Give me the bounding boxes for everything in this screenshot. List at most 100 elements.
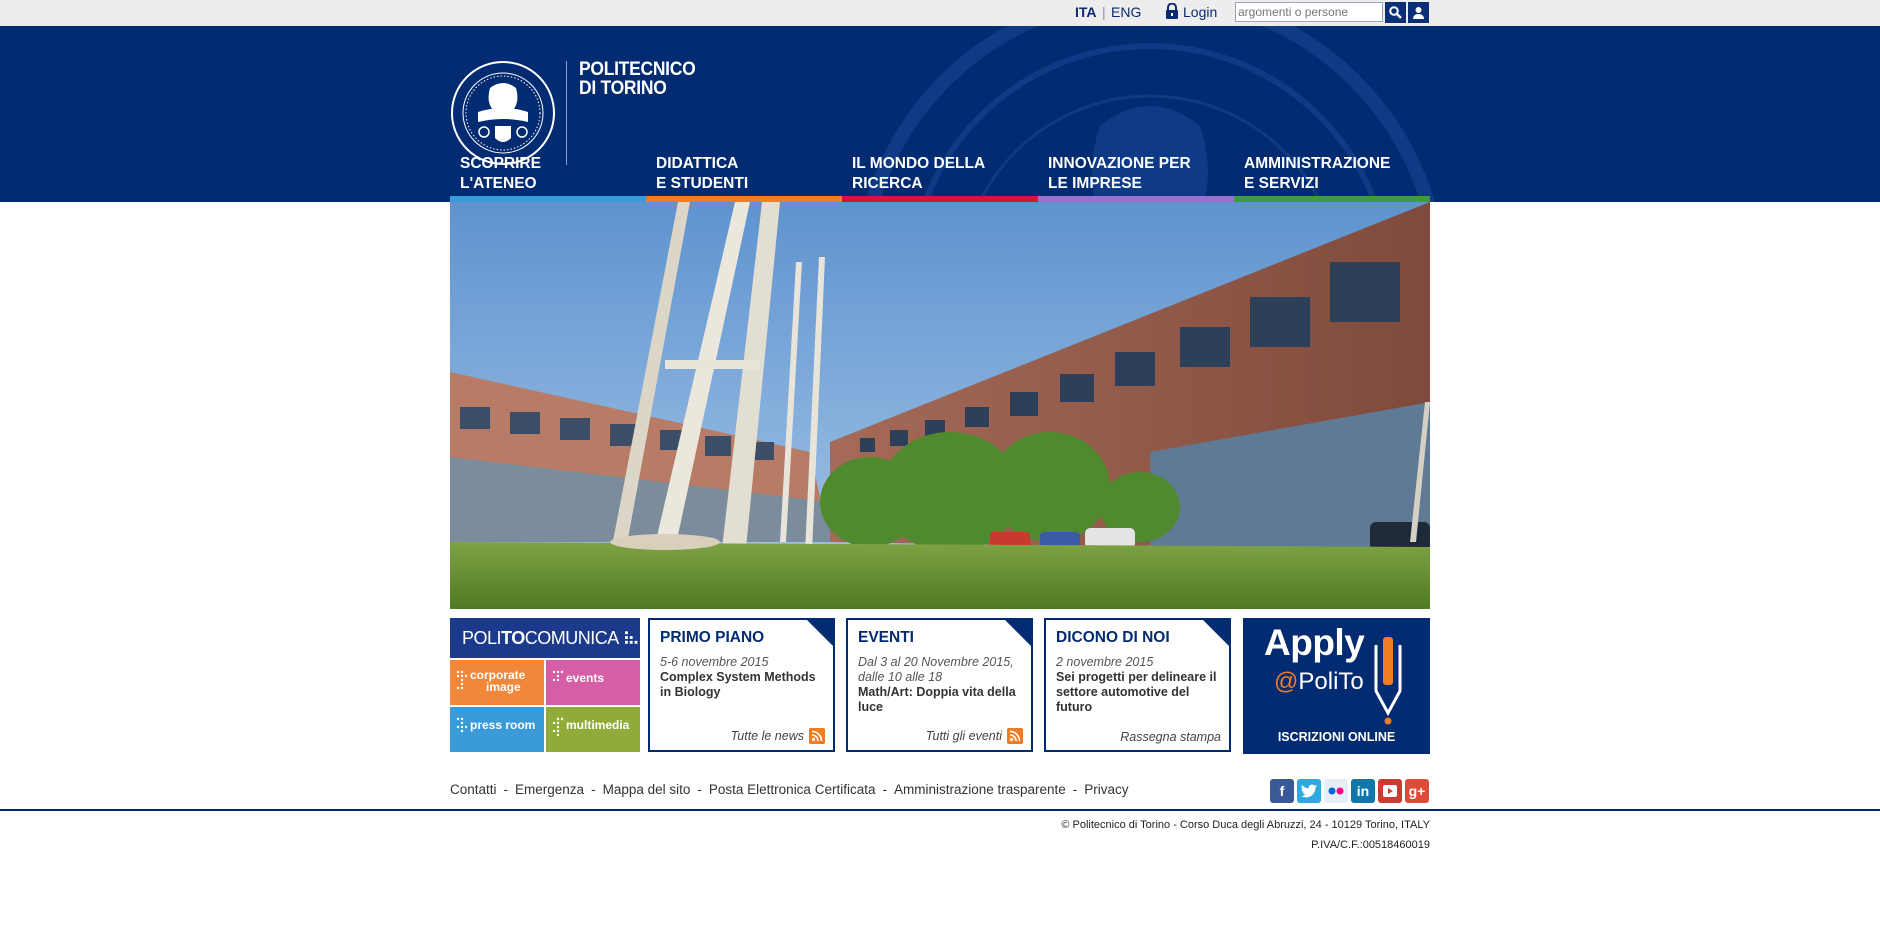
brand-line-1: POLITECNICO bbox=[579, 59, 696, 80]
person-icon bbox=[1413, 7, 1424, 19]
apply-subtitle: @PoliTo bbox=[1274, 668, 1364, 696]
nav-label-line2: L'ATENEO bbox=[460, 175, 537, 192]
at-sign: @ bbox=[1274, 668, 1299, 695]
apply-title: Apply bbox=[1264, 622, 1365, 663]
lang-ita-link[interactable]: ITA bbox=[1075, 4, 1097, 20]
dots-icon bbox=[552, 670, 564, 682]
search-button[interactable] bbox=[1385, 2, 1406, 23]
more-label: Rassegna stampa bbox=[1120, 730, 1221, 744]
press-room-tile[interactable]: press room bbox=[450, 707, 544, 752]
lock-icon bbox=[1166, 3, 1178, 19]
search-icon bbox=[1389, 6, 1402, 19]
nav-item-innovazione[interactable]: INNOVAZIONE PER LE IMPRESE bbox=[1038, 154, 1234, 202]
corporate-image-tile[interactable]: corporate image bbox=[450, 660, 544, 705]
flickr-icon[interactable] bbox=[1324, 779, 1348, 803]
tile-label-2: image bbox=[486, 680, 521, 694]
footer-legal: © Politecnico di Torino - Corso Duca deg… bbox=[1061, 815, 1430, 855]
nav-item-amministrazione[interactable]: AMMINISTRAZIONE E SERVIZI bbox=[1234, 154, 1430, 202]
footer-link-privacy[interactable]: Privacy bbox=[1084, 782, 1128, 797]
news-date-text: 2 novembre 2015 bbox=[1056, 655, 1154, 669]
twitter-icon[interactable] bbox=[1297, 779, 1321, 803]
lang-separator: | bbox=[1102, 4, 1106, 20]
footer-link-contatti[interactable]: Contatti bbox=[450, 782, 497, 797]
title-post: COMUNICA bbox=[524, 627, 620, 648]
nav-label: IL MONDO DELLA RICERCA bbox=[852, 154, 985, 194]
youtube-icon[interactable] bbox=[1378, 779, 1402, 803]
footer-link-trasparenza[interactable]: Amministrazione trasparente bbox=[894, 782, 1066, 797]
tile-label: press room bbox=[470, 718, 536, 732]
university-name[interactable]: POLITECNICO DI TORINO bbox=[579, 59, 696, 99]
brand-line-2: DI TORINO bbox=[579, 78, 667, 99]
campus-hero-image bbox=[450, 202, 1430, 609]
news-heading[interactable]: EVENTI bbox=[858, 629, 914, 647]
nav-item-scoprire[interactable]: SCOPRIRE L'ATENEO bbox=[450, 154, 646, 202]
news-box-primo-piano: PRIMO PIANO 5-6 novembre 2015 Complex Sy… bbox=[648, 618, 835, 752]
news-date: 5-6 novembre 2015 Complex System Methods… bbox=[660, 655, 830, 700]
news-heading[interactable]: PRIMO PIANO bbox=[660, 629, 764, 647]
content-tiles: POLI TO COMUNICA corporate image events pre… bbox=[450, 618, 1430, 754]
footer-link-pec[interactable]: Posta Elettronica Certificata bbox=[709, 782, 876, 797]
corner-fold bbox=[1003, 618, 1033, 648]
multimedia-tile[interactable]: multimedia bbox=[546, 707, 640, 752]
separator: - bbox=[503, 782, 509, 797]
nav-item-didattica[interactable]: DIDATTICA E STUDENTI bbox=[646, 154, 842, 202]
bird-glyph bbox=[1301, 784, 1317, 798]
press-review-link[interactable]: Rassegna stampa bbox=[1120, 730, 1221, 744]
search-input[interactable] bbox=[1235, 2, 1383, 22]
tile-label: multimedia bbox=[566, 718, 630, 732]
title-pre: POLI bbox=[462, 627, 502, 648]
separator: - bbox=[697, 782, 702, 797]
footer-link-emergenza[interactable]: Emergenza bbox=[515, 782, 584, 797]
dots-icon bbox=[552, 717, 564, 737]
facebook-icon[interactable]: f bbox=[1270, 779, 1294, 803]
news-heading[interactable]: DICONO DI NOI bbox=[1056, 629, 1170, 647]
nav-label: AMMINISTRAZIONE E SERVIZI bbox=[1244, 154, 1390, 194]
title-bold: TO bbox=[501, 627, 525, 648]
news-title-link[interactable]: Math/Art: Doppia vita della luce bbox=[858, 685, 1028, 715]
main-navigation: SCOPRIRE L'ATENEO DIDATTICA E STUDENTI I… bbox=[450, 154, 1430, 202]
nav-label: SCOPRIRE L'ATENEO bbox=[460, 154, 541, 194]
news-date: Dal 3 al 20 Novembre 2015, dalle 10 alle… bbox=[858, 655, 1028, 715]
lang-eng-link[interactable]: ENG bbox=[1111, 4, 1141, 20]
nav-label-line2: LE IMPRESE bbox=[1048, 175, 1142, 192]
news-title-link[interactable]: Complex System Methods in Biology bbox=[660, 670, 830, 700]
social-links: f in g+ bbox=[1270, 779, 1429, 803]
login-label: Login bbox=[1183, 3, 1218, 20]
dots-icon bbox=[456, 670, 468, 690]
people-search-button[interactable] bbox=[1408, 2, 1429, 23]
linkedin-icon[interactable]: in bbox=[1351, 779, 1375, 803]
play-glyph bbox=[1383, 785, 1397, 797]
google-plus-icon[interactable]: g+ bbox=[1405, 779, 1429, 803]
polito-text: PoliTo bbox=[1298, 668, 1364, 695]
nav-label-line1: IL MONDO DELLA bbox=[852, 155, 986, 172]
nav-label-line1: SCOPRIRE bbox=[460, 155, 541, 172]
separator: - bbox=[882, 782, 887, 797]
login-link[interactable]: Login bbox=[1165, 3, 1217, 20]
nav-label-line2: E STUDENTI bbox=[656, 175, 749, 192]
all-events-link[interactable]: Tutti gli eventi bbox=[926, 728, 1023, 744]
university-seal-logo[interactable] bbox=[450, 60, 556, 166]
more-label: Tutti gli eventi bbox=[925, 729, 1002, 743]
news-title-link[interactable]: Sei progetti per delineare il settore au… bbox=[1056, 670, 1226, 715]
nav-label-line1: DIDATTICA bbox=[656, 155, 739, 172]
footer-divider bbox=[0, 809, 1880, 811]
apply-polito-banner[interactable]: Apply @PoliTo ISCRIZIONI ONLINE bbox=[1243, 618, 1430, 754]
footer-link-mappa[interactable]: Mappa del sito bbox=[603, 782, 691, 797]
events-tile[interactable]: events bbox=[546, 660, 640, 705]
separator: - bbox=[591, 782, 596, 797]
corner-fold bbox=[805, 618, 835, 648]
flickr-dots bbox=[1328, 787, 1344, 795]
pencil-icon bbox=[1374, 637, 1402, 725]
news-date-text: Dal 3 al 20 Novembre 2015, dalle 10 alle… bbox=[858, 655, 1014, 684]
corner-fold bbox=[1201, 618, 1231, 648]
politocomunica-title[interactable]: POLI TO COMUNICA bbox=[450, 618, 640, 658]
nav-item-ricerca[interactable]: IL MONDO DELLA RICERCA bbox=[842, 154, 1038, 202]
nav-label-line2: E SERVIZI bbox=[1244, 175, 1319, 192]
more-label: Tutte le news bbox=[730, 729, 804, 743]
news-box-eventi: EVENTI Dal 3 al 20 Novembre 2015, dalle … bbox=[846, 618, 1033, 752]
news-box-dicono-di-noi: DICONO DI NOI 2 novembre 2015 Sei proget… bbox=[1044, 618, 1231, 752]
all-news-link[interactable]: Tutte le news bbox=[731, 728, 825, 744]
rss-icon[interactable] bbox=[1007, 728, 1023, 744]
rss-icon[interactable] bbox=[809, 728, 825, 744]
brand-divider bbox=[566, 61, 567, 165]
